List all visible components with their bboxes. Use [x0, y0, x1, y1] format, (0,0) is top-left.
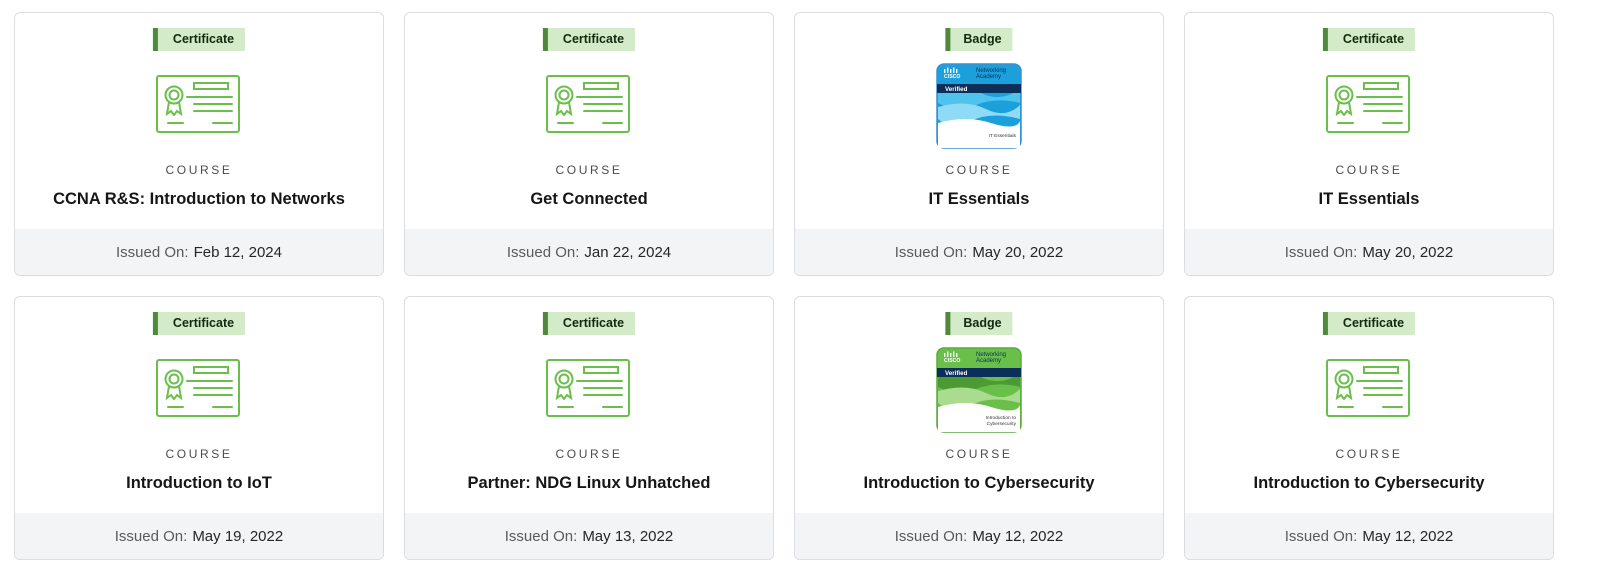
credential-card[interactable]: Certificate COURSE Get Connected Issued … [404, 12, 774, 276]
issued-date: May 12, 2022 [1362, 527, 1454, 545]
credential-type-tag: Certificate [542, 312, 636, 335]
issued-footer: Issued On: May 13, 2022 [405, 513, 773, 559]
credential-card[interactable]: Badge CISCO Networking Academy Verified … [794, 12, 1164, 276]
course-title: Get Connected [530, 190, 648, 208]
certificate-icon [156, 75, 240, 133]
course-title: Introduction to Cybersecurity [863, 474, 1095, 492]
badge-caption-text: Cybersecurity [987, 421, 1017, 427]
issued-footer: Issued On: Feb 12, 2024 [15, 229, 383, 275]
issued-date: Feb 12, 2024 [193, 243, 282, 261]
issued-label: Issued On: [114, 527, 188, 545]
certificate-icon [546, 359, 630, 417]
credential-type-tag: Badge [945, 312, 1013, 335]
badge-icon-green: CISCO Networking Academy Verified Introd… [936, 347, 1022, 433]
issued-date: May 20, 2022 [972, 243, 1064, 261]
course-title: IT Essentials [1318, 190, 1420, 208]
certificate-icon [156, 359, 240, 417]
course-title: Partner: NDG Linux Unhatched [467, 474, 711, 492]
issued-label: Issued On: [1284, 527, 1358, 545]
issued-footer: Issued On: May 12, 2022 [795, 513, 1163, 559]
course-title: Introduction to IoT [126, 474, 272, 492]
badge-caption-text: Introduction to [986, 415, 1017, 421]
credential-type-tag: Certificate [1322, 28, 1416, 51]
credential-card[interactable]: Certificate COURSE Partner: NDG Linux Un… [404, 296, 774, 560]
course-kind-label: COURSE [555, 447, 623, 461]
course-kind-label: COURSE [165, 447, 233, 461]
certificate-icon [1326, 75, 1410, 133]
issued-footer: Issued On: May 12, 2022 [1185, 513, 1553, 559]
issued-date: May 19, 2022 [192, 527, 284, 545]
course-kind-label: COURSE [945, 163, 1013, 177]
course-kind-label: COURSE [165, 163, 233, 177]
issued-date: May 20, 2022 [1362, 243, 1454, 261]
issued-footer: Issued On: Jan 22, 2024 [405, 229, 773, 275]
credentials-grid: Certificate COURSE CCNA R&S: Introductio… [14, 12, 1554, 560]
course-title: Introduction to Cybersecurity [1253, 474, 1485, 492]
credential-type-tag: Badge [945, 28, 1013, 51]
credential-card[interactable]: Certificate COURSE CCNA R&S: Introductio… [14, 12, 384, 276]
course-kind-label: COURSE [945, 447, 1013, 461]
issued-date: Jan 22, 2024 [584, 243, 672, 261]
credential-card[interactable]: Badge CISCO Networking Academy Verified … [794, 296, 1164, 560]
badge-icon-blue: CISCO Networking Academy Verified IT Ess… [936, 63, 1022, 149]
issued-label: Issued On: [1284, 243, 1358, 261]
credential-type-tag: Certificate [152, 312, 246, 335]
badge-brand-text: CISCO [944, 74, 960, 80]
credential-card[interactable]: Certificate COURSE Introduction to IoT I… [14, 296, 384, 560]
badge-caption-text: IT Essentials [989, 133, 1017, 139]
issued-footer: Issued On: May 20, 2022 [795, 229, 1163, 275]
course-kind-label: COURSE [1335, 447, 1403, 461]
issued-label: Issued On: [504, 527, 578, 545]
credential-card[interactable]: Certificate COURSE Introduction to Cyber… [1184, 296, 1554, 560]
credential-type-tag: Certificate [1322, 312, 1416, 335]
course-kind-label: COURSE [555, 163, 623, 177]
badge-program-text: Academy [976, 74, 1001, 80]
issued-date: May 13, 2022 [582, 527, 674, 545]
badge-brand-text: CISCO [944, 358, 960, 364]
issued-label: Issued On: [116, 243, 189, 261]
course-kind-label: COURSE [1335, 163, 1403, 177]
issued-footer: Issued On: May 20, 2022 [1185, 229, 1553, 275]
certificate-icon [546, 75, 630, 133]
issued-label: Issued On: [894, 243, 968, 261]
issued-date: May 12, 2022 [972, 527, 1064, 545]
issued-label: Issued On: [506, 243, 580, 261]
credential-card[interactable]: Certificate COURSE IT Essentials Issued … [1184, 12, 1554, 276]
issued-footer: Issued On: May 19, 2022 [15, 513, 383, 559]
badge-program-text: Academy [976, 358, 1001, 364]
course-title: IT Essentials [928, 190, 1030, 208]
credential-type-tag: Certificate [542, 28, 636, 51]
course-title: CCNA R&S: Introduction to Networks [53, 190, 345, 208]
badge-verified-text: Verified [945, 86, 968, 93]
certificate-icon [1326, 359, 1410, 417]
issued-label: Issued On: [894, 527, 968, 545]
credential-type-tag: Certificate [152, 28, 246, 51]
badge-verified-text: Verified [945, 370, 968, 377]
